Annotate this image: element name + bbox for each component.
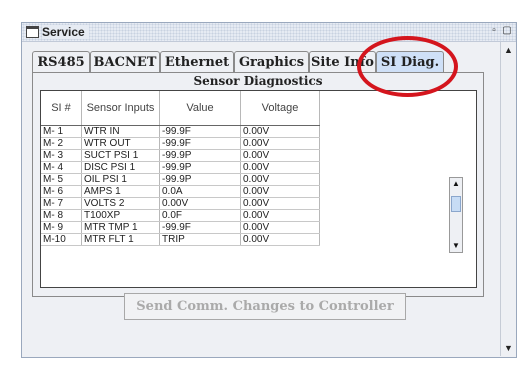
service-content: RS485 BACNET Ethernet Graphics Site Info… [24, 43, 500, 355]
tab-si-diag[interactable]: SI Diag. [376, 51, 444, 72]
cell-voltage: 0.00V [240, 209, 320, 222]
cell-si: M- 4 [41, 161, 82, 174]
cell-si: M- 3 [41, 149, 82, 162]
cell-si: M- 6 [41, 185, 82, 198]
window-title: Service [42, 25, 89, 39]
table-row[interactable]: M- 6 AMPS 1 0.0A 0.00V [41, 185, 320, 198]
table-row[interactable]: M- 4 DISC PSI 1 -99.9P 0.00V [41, 161, 320, 174]
cell-voltage: 0.00V [240, 173, 320, 186]
cell-si: M- 1 [41, 125, 82, 138]
tab-bacnet[interactable]: BACNET [90, 51, 160, 72]
cell-sensor-input: WTR OUT [81, 137, 160, 150]
cell-sensor-input: DISC PSI 1 [81, 161, 160, 174]
cell-value: 0.0A [159, 185, 241, 198]
cell-sensor-input: MTR FLT 1 [81, 233, 160, 246]
column-header-voltage[interactable]: Voltage [240, 91, 320, 126]
scroll-down-arrow-icon[interactable]: ▼ [501, 341, 516, 355]
maximize-icon[interactable]: ▢ [501, 25, 513, 37]
table-row[interactable]: M- 7 VOLTS 2 0.00V 0.00V [41, 197, 320, 210]
table-row[interactable]: M- 9 MTR TMP 1 -99.9F 0.00V [41, 221, 320, 234]
cell-si: M-10 [41, 233, 82, 246]
panel-title: Sensor Diagnostics [193, 74, 323, 88]
table-header-row: SI # Sensor Inputs Value Voltage [41, 91, 320, 126]
cell-voltage: 0.00V [240, 221, 320, 234]
table-scrollbar[interactable]: ▲ ▼ [449, 177, 463, 253]
table-scroll-down-icon[interactable]: ▼ [450, 240, 462, 252]
table-row[interactable]: M- 2 WTR OUT -99.9F 0.00V [41, 137, 320, 150]
table-row[interactable]: M-10 MTR FLT 1 TRIP 0.00V [41, 233, 320, 246]
tab-rs485[interactable]: RS485 [32, 51, 90, 72]
cell-value: 0.0F [159, 209, 241, 222]
cell-si: M- 7 [41, 197, 82, 210]
table-scroll-up-icon[interactable]: ▲ [450, 178, 462, 190]
service-window: Service ▫ ▢ ▲ ▼ RS485 BACNET Ethernet Gr… [21, 22, 517, 358]
cell-sensor-input: SUCT PSI 1 [81, 149, 160, 162]
table-scroll-thumb[interactable] [451, 196, 461, 212]
send-comm-changes-button[interactable]: Send Comm. Changes to Controller [124, 293, 406, 320]
cell-voltage: 0.00V [240, 197, 320, 210]
table-row[interactable]: M- 5 OIL PSI 1 -99.9P 0.00V [41, 173, 320, 186]
cell-voltage: 0.00V [240, 161, 320, 174]
cell-sensor-input: VOLTS 2 [81, 197, 160, 210]
cell-sensor-input: WTR IN [81, 125, 160, 138]
cell-sensor-input: T100XP [81, 209, 160, 222]
window-icon [26, 26, 39, 38]
cell-si: M- 2 [41, 137, 82, 150]
cell-si: M- 9 [41, 221, 82, 234]
tab-ethernet[interactable]: Ethernet [160, 51, 234, 72]
sensor-table: SI # Sensor Inputs Value Voltage M- 1 WTR… [40, 90, 477, 288]
window-scrollbar[interactable]: ▲ ▼ [500, 42, 516, 356]
cell-value: -99.9P [159, 149, 241, 162]
cell-value: -99.9F [159, 221, 241, 234]
cell-voltage: 0.00V [240, 125, 320, 138]
cell-sensor-input: MTR TMP 1 [81, 221, 160, 234]
restore-icon[interactable]: ▫ [488, 25, 500, 37]
cell-voltage: 0.00V [240, 185, 320, 198]
cell-value: -99.9P [159, 173, 241, 186]
cell-value: -99.9F [159, 125, 241, 138]
cell-value: -99.9F [159, 137, 241, 150]
cell-voltage: 0.00V [240, 149, 320, 162]
cell-voltage: 0.00V [240, 233, 320, 246]
tab-graphics[interactable]: Graphics [234, 51, 309, 72]
cell-value: 0.00V [159, 197, 241, 210]
column-header-sensor-inputs[interactable]: Sensor Inputs [81, 91, 160, 126]
cell-sensor-input: OIL PSI 1 [81, 173, 160, 186]
table-row[interactable]: M- 1 WTR IN -99.9F 0.00V [41, 125, 320, 138]
tab-site-info[interactable]: Site Info [309, 51, 376, 72]
column-header-value[interactable]: Value [159, 91, 241, 126]
cell-si: M- 5 [41, 173, 82, 186]
column-header-si[interactable]: SI # [41, 91, 82, 126]
cell-si: M- 8 [41, 209, 82, 222]
scroll-up-arrow-icon[interactable]: ▲ [501, 43, 516, 57]
cell-sensor-input: AMPS 1 [81, 185, 160, 198]
table-row[interactable]: M- 3 SUCT PSI 1 -99.9P 0.00V [41, 149, 320, 162]
cell-value: TRIP [159, 233, 241, 246]
cell-value: -99.9P [159, 161, 241, 174]
sensor-diagnostics-panel: Sensor Diagnostics SI # Sensor Inputs Va… [32, 72, 484, 297]
title-bar[interactable]: Service ▫ ▢ [22, 23, 516, 42]
table-row[interactable]: M- 8 T100XP 0.0F 0.00V [41, 209, 320, 222]
cell-voltage: 0.00V [240, 137, 320, 150]
